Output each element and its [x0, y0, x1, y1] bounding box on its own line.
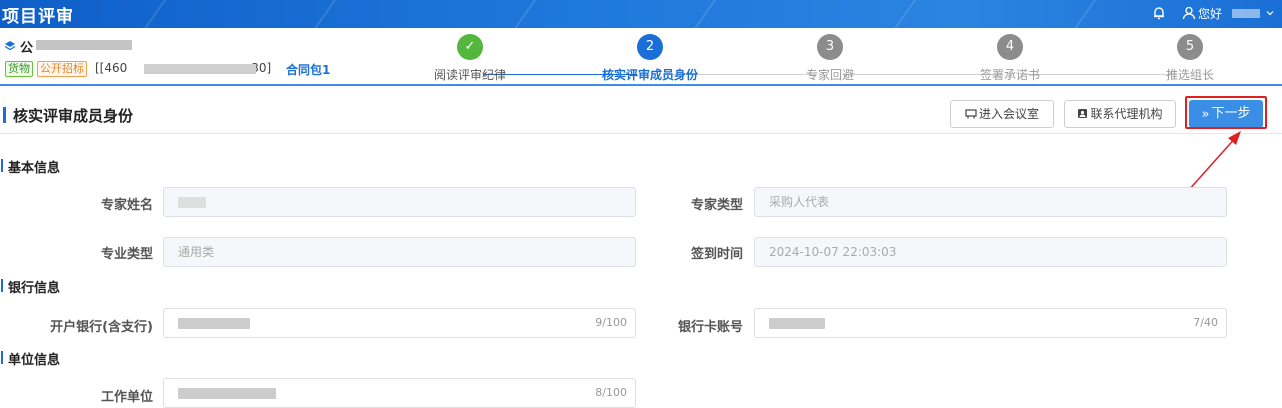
bell-icon[interactable] [1152, 6, 1166, 20]
decor-stripe [1062, 0, 1100, 28]
decor-stripe [882, 0, 920, 28]
signin-time-field: 2024-10-07 22:03:03 [754, 237, 1227, 267]
contact-agency-label: 联系代理机构 [1090, 107, 1163, 121]
meeting-icon [965, 109, 977, 119]
major-type-label: 专业类型 [100, 247, 153, 262]
app-title: 项目评审 [2, 7, 74, 27]
redacted-value [769, 318, 825, 329]
project-name-redacted [36, 40, 132, 50]
step-2-circle: 2 [637, 34, 663, 60]
project-code-prefix: [[460 [95, 61, 128, 75]
redacted-value [178, 197, 206, 208]
decor-stripe [302, 0, 340, 28]
signin-time-label: 签到时间 [690, 247, 743, 262]
redacted-value [178, 318, 250, 329]
bank-input[interactable]: 9/100 [163, 308, 636, 338]
step-4-circle: 4 [997, 34, 1023, 60]
enter-meeting-button[interactable]: 进入会议室 [950, 100, 1054, 128]
expert-type-field: 采购人代表 [754, 187, 1227, 217]
step-3-label: 专家回避 [805, 68, 854, 82]
section-bank-info: 银行信息 [1, 277, 60, 296]
bank-label: 开户银行(含支行) [50, 320, 153, 335]
project-name: 公 [20, 41, 34, 56]
greeting-text[interactable]: 您好 [1198, 5, 1222, 22]
work-unit-counter: 8/100 [595, 386, 627, 399]
card-number-input[interactable]: 7/40 [754, 308, 1227, 338]
card-counter: 7/40 [1193, 316, 1218, 329]
step-1-circle: ✓ [457, 34, 483, 60]
user-icon[interactable] [1182, 6, 1196, 20]
page-titlebar: 核实评审成员身份 进入会议室 联系代理机构 » 下一步 [0, 96, 1282, 134]
section-basic-info: 基本信息 [1, 157, 60, 176]
project-header: 公 货物 公开招标 [[460 30] 合同包1 ✓ 2 3 4 5 阅读评审纪律… [0, 28, 1282, 86]
step-1-label: 阅读评审纪律 [433, 68, 506, 82]
major-type-field: 通用类 [163, 237, 636, 267]
tag-public-tender: 公开招标 [37, 61, 87, 77]
title-accent [3, 107, 6, 123]
step-5-label: 推选组长 [1165, 68, 1214, 82]
work-unit-input[interactable]: 8/100 [163, 378, 636, 408]
username-redacted [1232, 9, 1260, 18]
decor-stripe [682, 0, 720, 28]
expert-type-label: 专家类型 [690, 198, 743, 213]
work-unit-label: 工作单位 [100, 390, 153, 405]
decor-stripe [132, 0, 170, 28]
tag-goods: 货物 [5, 61, 33, 77]
card-label: 银行卡账号 [677, 320, 743, 335]
step-5-circle: 5 [1177, 34, 1203, 60]
enter-meeting-label: 进入会议室 [978, 107, 1039, 121]
contact-icon [1078, 109, 1088, 118]
section-unit-info: 单位信息 [1, 349, 60, 368]
step-3-circle: 3 [817, 34, 843, 60]
expert-name-label: 专家姓名 [100, 198, 153, 213]
expert-name-field [163, 187, 636, 217]
project-code-redacted [144, 64, 256, 74]
step-2-label: 核实评审成员身份 [601, 68, 698, 82]
top-bar: 项目评审 您好 [0, 0, 1282, 28]
step-4-label: 签署承诺书 [979, 68, 1040, 82]
contact-agency-button[interactable]: 联系代理机构 [1064, 100, 1176, 128]
redacted-value [178, 388, 276, 399]
bank-counter: 9/100 [595, 316, 627, 329]
decor-stripe [502, 0, 540, 28]
chevron-down-icon[interactable] [1266, 9, 1274, 17]
page-title: 核实评审成员身份 [13, 107, 134, 125]
layers-icon [4, 41, 16, 51]
contract-package[interactable]: 合同包1 [286, 61, 330, 78]
